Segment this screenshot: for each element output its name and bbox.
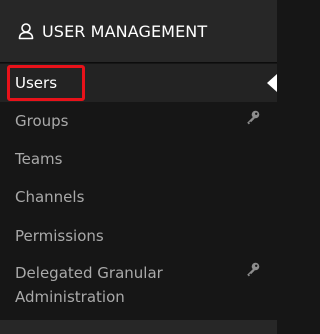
menu-item-label: Users — [15, 74, 58, 92]
menu-item-label: Groups — [15, 112, 69, 130]
menu-item-label: Teams — [15, 150, 63, 168]
menu-item-delegated-granular-administration[interactable]: Delegated Granular Administration — [0, 258, 277, 314]
menu-item-permissions[interactable]: Permissions — [0, 217, 277, 255]
menu-item-teams[interactable]: Teams — [0, 140, 277, 178]
menu-item-groups[interactable]: Groups — [0, 102, 277, 140]
menu-item-channels[interactable]: Channels — [0, 178, 277, 216]
menu-item-users[interactable]: Users — [0, 64, 277, 102]
key-icon — [245, 109, 261, 125]
menu-item-label: Permissions — [15, 227, 104, 245]
user-management-panel: USER MANAGEMENT Users Groups Teams Chann… — [0, 0, 277, 334]
menu-item-label: Delegated Granular Administration — [15, 264, 163, 306]
section-header[interactable]: USER MANAGEMENT — [0, 0, 277, 63]
active-indicator — [267, 74, 277, 92]
section-title: USER MANAGEMENT — [42, 21, 208, 41]
user-icon — [17, 21, 37, 41]
next-section-header — [0, 320, 277, 334]
key-icon — [245, 261, 261, 277]
menu-item-label: Channels — [15, 188, 85, 206]
